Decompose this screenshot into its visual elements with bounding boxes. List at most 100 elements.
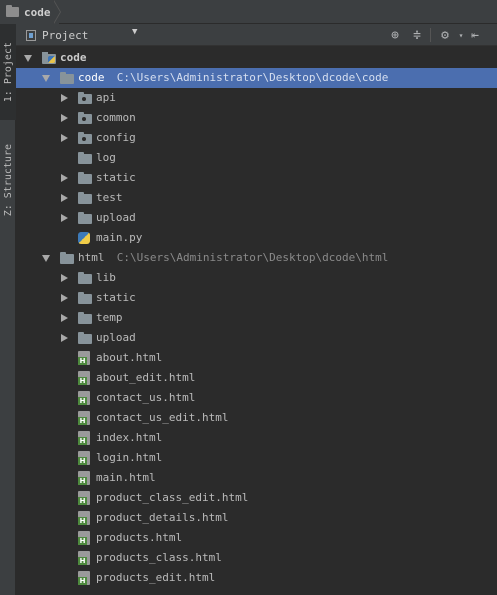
tab-project[interactable]: 1: Project bbox=[0, 24, 16, 120]
tree-file-item[interactable]: products.html bbox=[16, 528, 497, 548]
folder-icon bbox=[60, 252, 74, 264]
expand-arrow-right-icon[interactable] bbox=[61, 134, 68, 142]
target-icon[interactable]: ⊕ bbox=[386, 26, 404, 44]
expand-arrow-right-icon[interactable] bbox=[61, 94, 68, 102]
tree-item-label: temp bbox=[96, 311, 123, 324]
tree-folder-item[interactable]: static bbox=[16, 168, 497, 188]
package-folder-icon bbox=[78, 92, 92, 104]
expand-arrow-right-icon[interactable] bbox=[61, 274, 68, 282]
breadcrumb-separator-fill bbox=[53, 0, 60, 24]
tree-folder-item[interactable]: config bbox=[16, 128, 497, 148]
tree-folder-item[interactable]: common bbox=[16, 108, 497, 128]
expand-arrow-down-icon[interactable] bbox=[24, 55, 32, 62]
folder-icon bbox=[78, 152, 92, 164]
tree-folder-item[interactable]: temp bbox=[16, 308, 497, 328]
tree-item-label: test bbox=[96, 191, 123, 204]
expand-arrow-down-icon[interactable] bbox=[42, 255, 50, 262]
tree-item-label: code bbox=[60, 51, 87, 64]
tree-item-label: code bbox=[78, 71, 105, 84]
html-file-icon bbox=[78, 451, 90, 465]
tree-item-label: index.html bbox=[96, 431, 163, 444]
folder-icon bbox=[78, 292, 92, 304]
expand-arrow-right-icon[interactable] bbox=[61, 174, 68, 182]
project-toolbar: Project ▼ ⊕ ≑ ⚙ ▾ ⇤ bbox=[16, 24, 497, 46]
tree-file-item[interactable]: index.html bbox=[16, 428, 497, 448]
tree-folder-item[interactable]: upload bbox=[16, 208, 497, 228]
folder-icon bbox=[78, 172, 92, 184]
view-selector-label: Project bbox=[42, 28, 89, 42]
tree-file-item[interactable]: product_details.html bbox=[16, 508, 497, 528]
hide-icon[interactable]: ⇤ bbox=[466, 26, 484, 44]
tree-file-item[interactable]: about.html bbox=[16, 348, 497, 368]
tab-structure-label: Z: Structure bbox=[2, 143, 14, 217]
tree-item-label: about_edit.html bbox=[96, 371, 196, 384]
tree-file-item[interactable]: contact_us.html bbox=[16, 388, 497, 408]
expand-arrow-right-icon[interactable] bbox=[61, 294, 68, 302]
tree-item-label: api bbox=[96, 91, 116, 104]
expand-arrow-right-icon[interactable] bbox=[61, 334, 68, 342]
expand-arrow-right-icon[interactable] bbox=[61, 214, 68, 222]
breadcrumb-item-code[interactable]: code bbox=[0, 0, 59, 24]
tree-file-item[interactable]: about_edit.html bbox=[16, 368, 497, 388]
tree-folder-item[interactable]: api bbox=[16, 88, 497, 108]
tree-item-label: static bbox=[96, 291, 136, 304]
tree-file-item[interactable]: main.html bbox=[16, 468, 497, 488]
tree-file-item[interactable]: contact_us_edit.html bbox=[16, 408, 497, 428]
collapse-icon[interactable]: ≑ bbox=[408, 26, 426, 44]
tree-item-label: product_class_edit.html bbox=[96, 491, 249, 504]
html-file-icon bbox=[78, 351, 90, 365]
tab-structure[interactable]: Z: Structure bbox=[0, 132, 16, 228]
tree-file-item[interactable]: product_class_edit.html bbox=[16, 488, 497, 508]
navigation-bar: code bbox=[0, 0, 497, 24]
tab-project-label: 1: Project bbox=[2, 41, 14, 103]
expand-arrow-right-icon[interactable] bbox=[61, 194, 68, 202]
html-file-icon bbox=[78, 431, 90, 445]
tree-item-path: C:\Users\Administrator\Desktop\dcode\htm… bbox=[116, 251, 389, 264]
tree-item-label: products_edit.html bbox=[96, 571, 216, 584]
tree-item-label: login.html bbox=[96, 451, 163, 464]
tree-item-path: C:\Users\Administrator\Desktop\dcode\cod… bbox=[116, 71, 389, 84]
tree-item-label: product_details.html bbox=[96, 511, 229, 524]
folder-icon bbox=[6, 5, 19, 17]
tool-window-strip: 1: Project Z: Structure bbox=[0, 24, 16, 595]
tree-item-label: about.html bbox=[96, 351, 163, 364]
expand-arrow-down-icon[interactable] bbox=[42, 75, 50, 82]
tree-folder-item[interactable]: code C:\Users\Administrator\Desktop\dcode… bbox=[16, 68, 497, 88]
module-folder-icon bbox=[42, 52, 56, 64]
tree-folder-item[interactable]: upload bbox=[16, 328, 497, 348]
folder-icon bbox=[78, 272, 92, 284]
tree-folder-item[interactable]: code bbox=[16, 48, 497, 68]
tree-item-label: upload bbox=[96, 331, 136, 344]
folder-icon bbox=[78, 212, 92, 224]
tree-file-item[interactable]: products_edit.html bbox=[16, 568, 497, 588]
folder-icon bbox=[78, 332, 92, 344]
view-selector[interactable]: Project bbox=[26, 27, 88, 43]
tree-folder-item[interactable]: log bbox=[16, 148, 497, 168]
expand-arrow-right-icon[interactable] bbox=[61, 114, 68, 122]
tree-item-label: static bbox=[96, 171, 136, 184]
project-tree[interactable]: code code C:\Users\Administrator\Desktop\d… bbox=[16, 47, 497, 595]
tree-folder-item[interactable]: static bbox=[16, 288, 497, 308]
tree-file-item[interactable]: products_class.html bbox=[16, 548, 497, 568]
folder-icon bbox=[78, 312, 92, 324]
tree-folder-item[interactable]: lib bbox=[16, 268, 497, 288]
chevron-down-icon[interactable]: ▼ bbox=[132, 27, 137, 37]
package-folder-icon bbox=[78, 112, 92, 124]
breadcrumb-label: code bbox=[24, 5, 51, 19]
tree-item-label: lib bbox=[96, 271, 116, 284]
tree-file-item[interactable]: main.py bbox=[16, 228, 497, 248]
project-view-icon bbox=[26, 29, 36, 41]
html-file-icon bbox=[78, 391, 90, 405]
expand-arrow-right-icon[interactable] bbox=[61, 314, 68, 322]
html-file-icon bbox=[78, 531, 90, 545]
html-file-icon bbox=[78, 571, 90, 585]
folder-icon bbox=[60, 72, 74, 84]
html-file-icon bbox=[78, 371, 90, 385]
tree-folder-item[interactable]: html C:\Users\Administrator\Desktop\dcode… bbox=[16, 248, 497, 268]
html-file-icon bbox=[78, 511, 90, 525]
tree-item-label: log bbox=[96, 151, 116, 164]
tree-item-label: products.html bbox=[96, 531, 183, 544]
tree-file-item[interactable]: login.html bbox=[16, 448, 497, 468]
folder-icon bbox=[78, 192, 92, 204]
tree-folder-item[interactable]: test bbox=[16, 188, 497, 208]
